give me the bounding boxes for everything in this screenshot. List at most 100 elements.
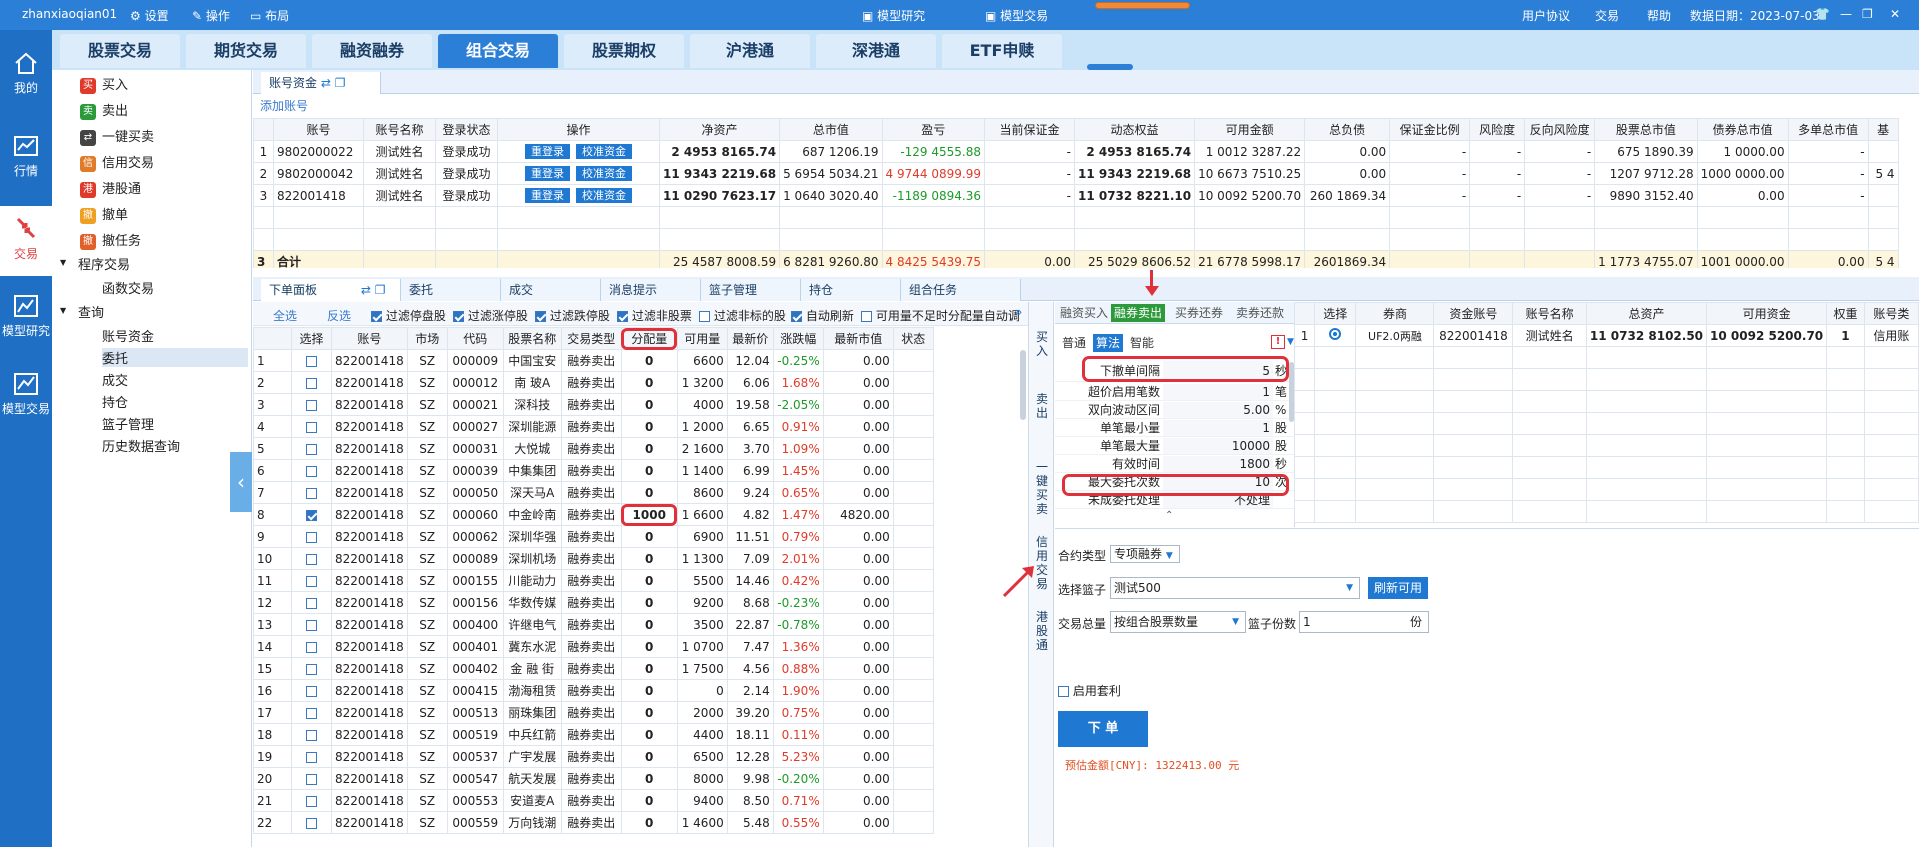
tab-portfolio[interactable]: 组合交易 bbox=[438, 34, 558, 68]
stock-col-header[interactable]: 市场 bbox=[406, 327, 448, 350]
row-select-cell[interactable] bbox=[291, 657, 332, 680]
user-agreement-link[interactable]: 用户协议 bbox=[1522, 7, 1570, 24]
row-select-cell[interactable] bbox=[291, 701, 332, 724]
row-checkbox[interactable] bbox=[306, 553, 317, 565]
tab-stock[interactable]: 股票交易 bbox=[60, 34, 180, 68]
verify-funds-button[interactable]: 校准资金 bbox=[576, 188, 632, 203]
tree-program-trading[interactable]: 程序交易 bbox=[78, 254, 130, 273]
minimize-icon[interactable]: — bbox=[1840, 7, 1852, 21]
vtab-4[interactable]: 港股通 bbox=[1029, 602, 1055, 660]
mode-tab-1[interactable]: 算法 bbox=[1093, 334, 1124, 352]
row-checkbox[interactable] bbox=[306, 597, 317, 609]
tab-hk-sh[interactable]: 沪港通 bbox=[690, 34, 810, 68]
tree-query-item[interactable]: 成交 bbox=[102, 370, 128, 389]
stock-col-header[interactable]: 选择 bbox=[291, 327, 332, 350]
tree-item-0[interactable]: 买买入 bbox=[80, 74, 128, 94]
acct-col-header[interactable]: 选择 bbox=[1314, 302, 1357, 325]
row-select-cell[interactable] bbox=[291, 437, 332, 460]
stock-col-header[interactable]: 代码 bbox=[446, 327, 504, 350]
account-col-header[interactable]: 保证金比例 bbox=[1389, 118, 1471, 141]
add-account-link[interactable]: 添加账号 bbox=[260, 97, 308, 114]
tree-item-5[interactable]: 撤撤单 bbox=[80, 204, 128, 224]
row-checkbox[interactable] bbox=[306, 443, 317, 455]
verify-funds-button[interactable]: 校准资金 bbox=[576, 166, 632, 181]
row-checkbox[interactable] bbox=[306, 641, 317, 653]
acct-col-header[interactable]: 可用资金 bbox=[1706, 302, 1828, 325]
relogin-button[interactable]: 重登录 bbox=[525, 166, 570, 181]
stock-row[interactable]: 16 822001418 SZ 000415 渤海租赁 融券卖出 0 0 2.14 1.90% 0.… bbox=[253, 679, 934, 702]
warning-icon[interactable]: ! bbox=[1271, 335, 1285, 349]
order-tab-4[interactable]: 篮子管理 bbox=[701, 279, 801, 301]
account-col-header[interactable]: 账号名称 bbox=[363, 118, 436, 141]
tab-margin[interactable]: 融资融券 bbox=[312, 34, 432, 68]
tree-item-3[interactable]: 信信用交易 bbox=[80, 152, 154, 172]
row-checkbox[interactable] bbox=[306, 685, 317, 697]
account-col-header[interactable]: 股票总市值 bbox=[1594, 118, 1698, 141]
tab-options[interactable]: 股票期权 bbox=[564, 34, 684, 68]
trade-menu[interactable]: 交易 bbox=[1595, 7, 1619, 24]
filter-option[interactable]: 过滤跌停股 bbox=[535, 307, 610, 324]
verify-funds-button[interactable]: 校准资金 bbox=[576, 144, 632, 159]
row-select-cell[interactable] bbox=[291, 525, 332, 548]
row-checkbox[interactable] bbox=[306, 663, 317, 675]
vtab-0[interactable]: 买入 bbox=[1029, 322, 1055, 366]
order-tab-2[interactable]: 成交 bbox=[501, 279, 601, 301]
submit-order-button[interactable]: 下 单 bbox=[1058, 711, 1148, 747]
stock-col-header[interactable]: 账号 bbox=[331, 327, 408, 350]
order-tab-5[interactable]: 持仓 bbox=[801, 279, 901, 301]
expand-icon[interactable]: ▼ bbox=[60, 306, 66, 315]
acct-col-header[interactable]: 权重 bbox=[1826, 302, 1865, 325]
nav-model-research[interactable]: 模型研究 bbox=[0, 285, 52, 355]
row-select-cell[interactable] bbox=[291, 459, 332, 482]
row-checkbox[interactable] bbox=[306, 729, 317, 741]
stock-row[interactable]: 9 822001418 SZ 000062 深圳华强 融券卖出 0 6900 11.51 0.79… bbox=[253, 525, 934, 548]
row-checkbox[interactable] bbox=[306, 575, 317, 587]
row-select-cell[interactable] bbox=[291, 393, 332, 416]
stock-col-header[interactable]: 交易类型 bbox=[560, 327, 622, 350]
stock-col-header[interactable]: 状态 bbox=[892, 327, 934, 350]
row-select-cell[interactable] bbox=[291, 789, 332, 812]
row-select-cell[interactable] bbox=[291, 547, 332, 570]
tree-query[interactable]: 查询 bbox=[78, 302, 104, 321]
row-checkbox[interactable] bbox=[306, 817, 317, 829]
stock-col-header[interactable] bbox=[253, 327, 292, 350]
account-col-header[interactable]: 净资产 bbox=[658, 118, 781, 141]
account-col-header[interactable]: 可用金额 bbox=[1194, 118, 1306, 141]
stock-col-header[interactable]: 涨跌幅 bbox=[772, 327, 824, 350]
filter-option[interactable]: 自动刷新 bbox=[791, 307, 854, 324]
account-col-header[interactable]: 基 bbox=[1867, 118, 1899, 141]
row-select-cell[interactable] bbox=[291, 767, 332, 790]
tab-account-funds[interactable]: 账号资金 ⇄ ❐ bbox=[261, 72, 381, 94]
invert-select-button[interactable]: 反选 bbox=[327, 307, 351, 324]
stock-row[interactable]: 6 822001418 SZ 000039 中集集团 融券卖出 0 1 1400 6.99 1.4… bbox=[253, 459, 934, 482]
row-checkbox[interactable] bbox=[306, 773, 317, 785]
row-select-cell[interactable] bbox=[291, 723, 332, 746]
expand-icon[interactable]: ▼ bbox=[60, 258, 66, 267]
row-select-cell[interactable] bbox=[291, 679, 332, 702]
tree-query-item[interactable]: 历史数据查询 bbox=[102, 436, 180, 455]
row-select-cell[interactable] bbox=[291, 503, 332, 526]
order-tab-3[interactable]: 消息提示 bbox=[601, 279, 701, 301]
more-icon[interactable]: » bbox=[1015, 305, 1022, 319]
row-select-cell[interactable] bbox=[291, 635, 332, 658]
acct-radio-cell[interactable] bbox=[1314, 324, 1357, 347]
mode-tab-2[interactable]: 智能 bbox=[1127, 334, 1157, 352]
row-checkbox[interactable] bbox=[306, 795, 317, 807]
row-select-cell[interactable] bbox=[291, 569, 332, 592]
stock-col-header[interactable]: 最新市值 bbox=[822, 327, 894, 350]
row-checkbox[interactable] bbox=[306, 399, 317, 411]
row-checkbox[interactable] bbox=[306, 355, 317, 367]
param-value[interactable]: 1800 bbox=[1163, 456, 1273, 472]
stock-row[interactable]: 14 822001418 SZ 000401 冀东水泥 融券卖出 0 1 0700 7.47 1.… bbox=[253, 635, 934, 658]
stock-row[interactable]: 21 822001418 SZ 000553 安道麦A 融券卖出 0 9400 8.50 0.71… bbox=[253, 789, 934, 812]
credit-tab-2[interactable]: 买券还券 bbox=[1172, 304, 1226, 322]
vtab-1[interactable]: 卖出 bbox=[1029, 384, 1055, 428]
row-select-cell[interactable] bbox=[291, 481, 332, 504]
row-checkbox[interactable] bbox=[306, 531, 317, 543]
param-value[interactable]: 10000 bbox=[1163, 438, 1273, 454]
account-col-header[interactable] bbox=[253, 118, 274, 141]
row-select-cell[interactable] bbox=[291, 591, 332, 614]
tree-query-item[interactable]: 篮子管理 bbox=[102, 414, 154, 433]
dropdown-icon[interactable]: ▼ bbox=[1287, 337, 1294, 347]
account-col-header[interactable]: 登录状态 bbox=[435, 118, 498, 141]
